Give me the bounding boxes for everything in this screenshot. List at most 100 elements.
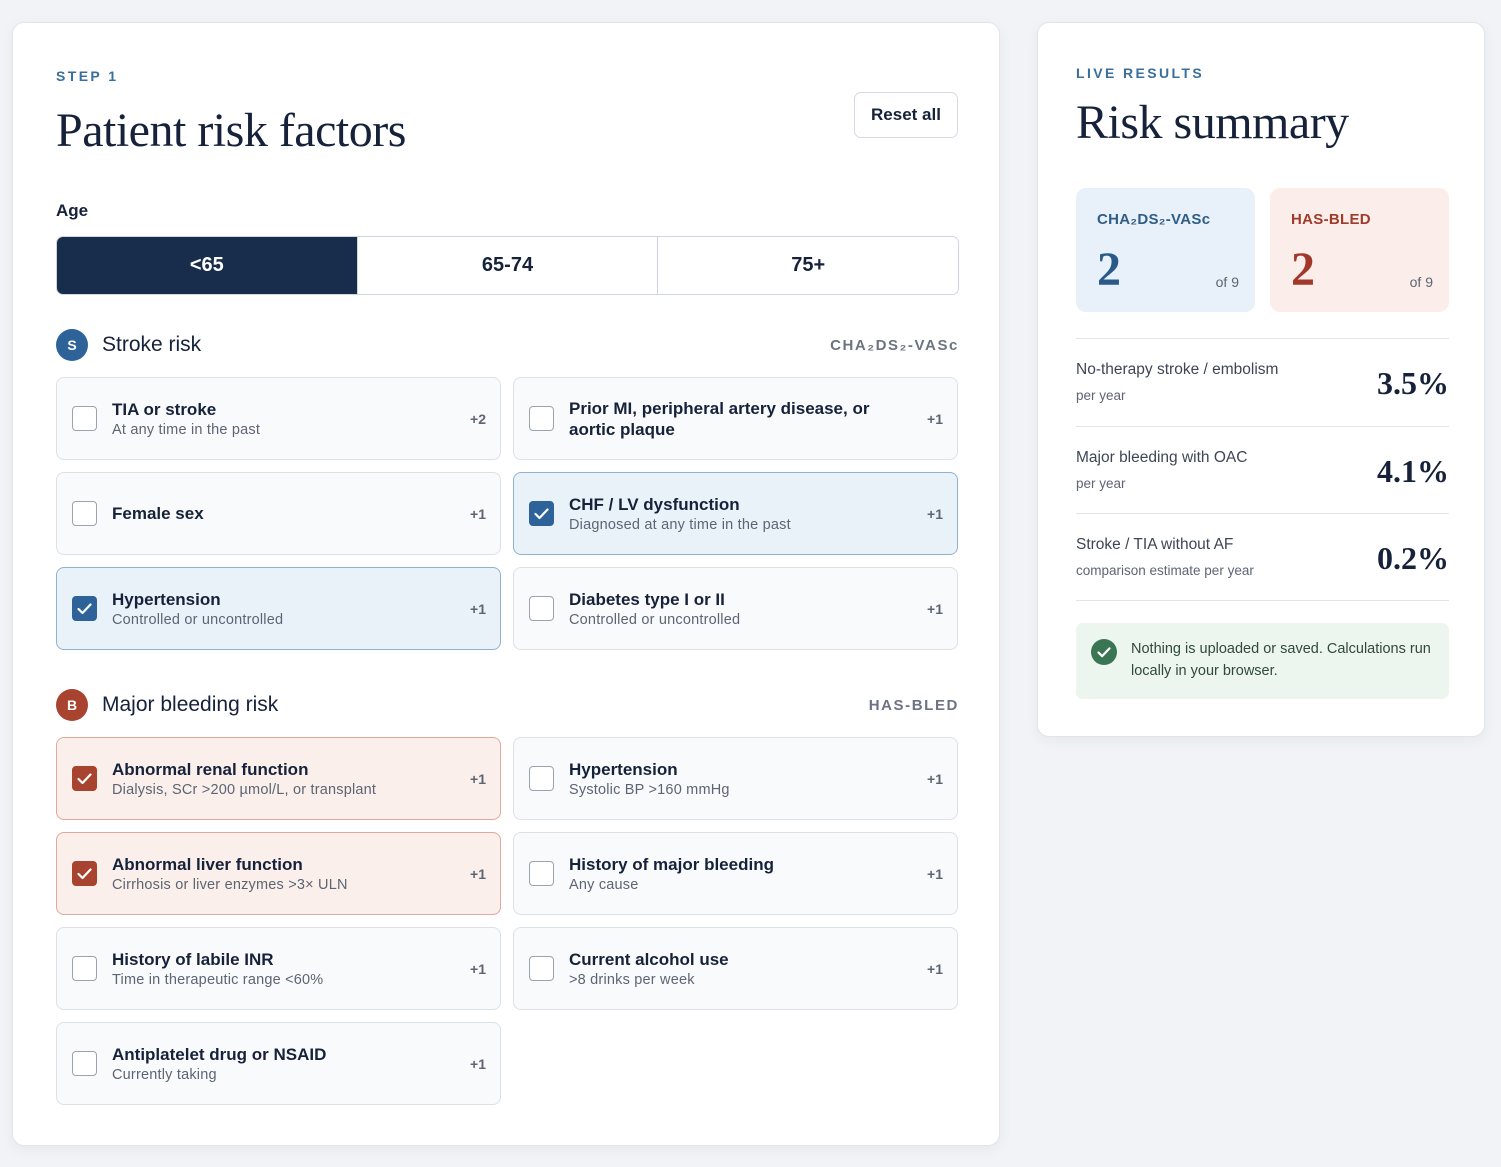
bleeding-badge: B <box>56 689 88 721</box>
item-subtitle: >8 drinks per week <box>569 972 695 988</box>
item-points: +1 <box>927 960 943 977</box>
stroke-item-prior-mi[interactable]: Prior MI, peripheral artery disease, or … <box>513 377 958 460</box>
item-points: +1 <box>470 600 486 617</box>
item-points: +1 <box>927 505 943 522</box>
hasbled-score-value: 2 <box>1291 243 1315 296</box>
item-title: CHF / LV dysfunction <box>569 495 740 514</box>
stat-row-bleeding: Major bleeding with OAC per year 4.1% <box>1076 426 1449 514</box>
item-subtitle: Currently taking <box>112 1067 217 1083</box>
stat-sub: per year <box>1076 388 1126 403</box>
checkbox[interactable] <box>72 501 97 526</box>
item-title: Hypertension <box>112 590 221 609</box>
item-title: Abnormal liver function <box>112 855 303 874</box>
risk-factors-panel: STEP 1 Patient risk factors Reset all Ag… <box>12 22 1000 1146</box>
summary-title: Risk summary <box>1076 96 1349 149</box>
item-points: +1 <box>470 1055 486 1072</box>
hasbled-score-max: of 9 <box>1409 274 1433 290</box>
bleeding-section-header: B Major bleeding risk HAS-BLED <box>56 688 959 722</box>
item-subtitle: Dialysis, SCr >200 µmol/L, or transplant <box>112 782 377 798</box>
checkbox-checked[interactable] <box>529 501 554 526</box>
item-subtitle: Controlled or uncontrolled <box>569 612 741 628</box>
bleed-item-hypertension[interactable]: Hypertension Systolic BP >160 mmHg +1 <box>513 737 958 820</box>
stat-row-no-af: Stroke / TIA without AF comparison estim… <box>1076 513 1449 601</box>
checkbox[interactable] <box>529 956 554 981</box>
item-points: +1 <box>470 960 486 977</box>
check-icon <box>77 772 92 784</box>
risk-summary-panel: LIVE RESULTS Risk summary CHA₂DS₂-VASc 2… <box>1037 22 1485 737</box>
item-subtitle: Systolic BP >160 mmHg <box>569 782 730 798</box>
bleed-item-alcohol[interactable]: Current alcohol use >8 drinks per week +1 <box>513 927 958 1010</box>
item-points: +1 <box>470 865 486 882</box>
item-points: +2 <box>470 410 486 427</box>
item-title: Hypertension <box>569 760 678 779</box>
divider <box>1076 600 1449 601</box>
checkbox[interactable] <box>72 1051 97 1076</box>
age-option-75-plus[interactable]: 75+ <box>658 237 958 294</box>
stat-sub: per year <box>1076 476 1126 491</box>
stat-row-stroke: No-therapy stroke / embolism per year 3.… <box>1076 338 1449 426</box>
checkbox[interactable] <box>529 861 554 886</box>
chads-score-card: CHA₂DS₂-VASc 2 of 9 <box>1076 188 1255 312</box>
age-option-under-65[interactable]: <65 <box>57 237 358 294</box>
item-subtitle: At any time in the past <box>112 422 261 438</box>
stat-label: No-therapy stroke / embolism <box>1076 361 1279 378</box>
reset-all-button[interactable]: Reset all <box>854 92 958 138</box>
check-icon <box>77 602 92 614</box>
checkbox[interactable] <box>529 406 554 431</box>
stat-label: Stroke / TIA without AF <box>1076 536 1234 553</box>
check-icon <box>534 507 549 519</box>
item-subtitle: Any cause <box>569 877 639 893</box>
stat-value: 0.2% <box>1377 540 1449 576</box>
item-title: Abnormal renal function <box>112 760 309 779</box>
item-points: +1 <box>927 410 943 427</box>
chads-score-max: of 9 <box>1215 274 1239 290</box>
bleed-item-major-bleeding[interactable]: History of major bleeding Any cause +1 <box>513 832 958 915</box>
item-subtitle: Cirrhosis or liver enzymes >3× ULN <box>112 877 348 893</box>
checkbox[interactable] <box>72 406 97 431</box>
age-selector: <65 65-74 75+ <box>56 236 959 295</box>
stroke-section-header: S Stroke risk CHA₂DS₂-VASc <box>56 328 959 362</box>
item-title: History of labile INR <box>112 950 274 969</box>
item-title: Prior MI, peripheral artery disease, or … <box>569 398 870 439</box>
item-title: Antiplatelet drug or NSAID <box>112 1045 327 1064</box>
bleed-item-labile-inr[interactable]: History of labile INR Time in therapeutic… <box>56 927 501 1010</box>
step-eyebrow: STEP 1 <box>56 68 119 84</box>
chads-score-value: 2 <box>1097 243 1121 296</box>
checkbox[interactable] <box>529 596 554 621</box>
checkbox-checked[interactable] <box>72 596 97 621</box>
stroke-item-hypertension[interactable]: Hypertension Controlled or uncontrolled +… <box>56 567 501 650</box>
item-points: +1 <box>927 600 943 617</box>
bleed-item-liver[interactable]: Abnormal liver function Cirrhosis or live… <box>56 832 501 915</box>
bleed-item-antiplatelet[interactable]: Antiplatelet drug or NSAID Currently taki… <box>56 1022 501 1105</box>
item-points: +1 <box>927 770 943 787</box>
item-subtitle: Controlled or uncontrolled <box>112 612 284 628</box>
chads-score-name: CHA₂DS₂-VASc <box>1097 211 1211 228</box>
live-results-eyebrow: LIVE RESULTS <box>1076 65 1205 81</box>
stroke-score-tag: CHA₂DS₂-VASc <box>830 336 959 354</box>
bleed-item-renal[interactable]: Abnormal renal function Dialysis, SCr >20… <box>56 737 501 820</box>
item-title: Current alcohol use <box>569 950 729 969</box>
check-circle-icon <box>1091 639 1117 665</box>
item-subtitle: Time in therapeutic range <60% <box>112 972 324 988</box>
checkbox[interactable] <box>72 956 97 981</box>
item-points: +1 <box>470 505 486 522</box>
stroke-item-tia[interactable]: TIA or stroke At any time in the past +2 <box>56 377 501 460</box>
privacy-note: Nothing is uploaded or saved. Calculatio… <box>1076 623 1449 699</box>
bleeding-section-title: Major bleeding risk <box>102 693 279 716</box>
item-points: +1 <box>470 770 486 787</box>
stroke-item-female-sex[interactable]: Female sex +1 <box>56 472 501 555</box>
checkbox-checked[interactable] <box>72 766 97 791</box>
stroke-item-chf[interactable]: CHF / LV dysfunction Diagnosed at any tim… <box>513 472 958 555</box>
checkbox-checked[interactable] <box>72 861 97 886</box>
page-title: Patient risk factors <box>56 104 406 157</box>
checkbox[interactable] <box>529 766 554 791</box>
item-title: Female sex <box>112 504 204 523</box>
stroke-item-diabetes[interactable]: Diabetes type I or II Controlled or uncon… <box>513 567 958 650</box>
hasbled-score-card: HAS-BLED 2 of 9 <box>1270 188 1449 312</box>
bleeding-score-tag: HAS-BLED <box>868 696 959 714</box>
stroke-badge: S <box>56 329 88 361</box>
age-option-65-74[interactable]: 65-74 <box>357 237 659 294</box>
item-title: TIA or stroke <box>112 400 217 419</box>
age-label: Age <box>56 201 89 220</box>
stroke-section-title: Stroke risk <box>102 333 202 356</box>
